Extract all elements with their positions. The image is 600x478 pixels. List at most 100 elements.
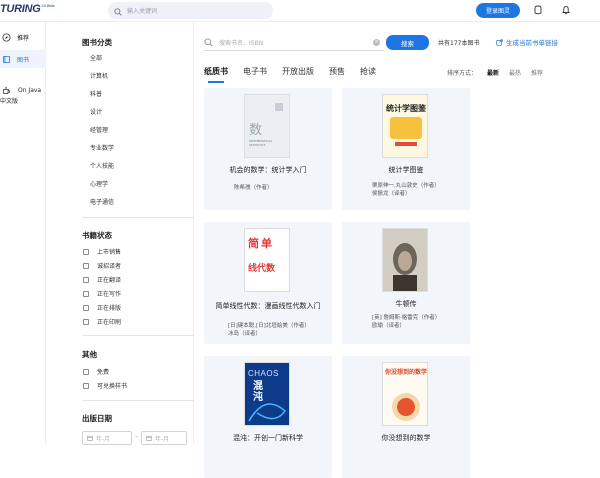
checkbox-box[interactable] xyxy=(83,318,89,325)
checkbox-box[interactable] xyxy=(83,248,89,255)
cart-icon[interactable] xyxy=(532,4,544,16)
category-item[interactable]: 心理学 xyxy=(90,179,108,188)
book-cover[interactable]: CHAOS 混沌 xyxy=(244,362,290,426)
calendar-icon xyxy=(87,435,93,441)
cover-title: 数 xyxy=(249,123,263,138)
book-title[interactable]: 你没想到的数学 xyxy=(342,434,470,443)
category-item[interactable]: 电子通信 xyxy=(90,197,114,206)
checkbox-box[interactable] xyxy=(83,276,89,283)
book-search-placeholder: 搜索书名、ISBN xyxy=(219,39,264,47)
book-card[interactable]: 数 MATHEMATICAL STATISTICS 机会的数学：统计学入门 陈希… xyxy=(204,88,332,210)
book-icon xyxy=(2,55,11,64)
book-title[interactable]: 牛顿传 xyxy=(342,300,470,309)
status-checkbox[interactable]: 上市销售 xyxy=(83,247,121,256)
checkbox-label: 正在排版 xyxy=(97,305,122,312)
category-item[interactable]: 计算机 xyxy=(90,71,108,80)
sort-recommended[interactable]: 推荐 xyxy=(531,68,543,77)
sort-hottest[interactable]: 最热 xyxy=(509,68,521,77)
status-checkbox[interactable]: 诚招译者 xyxy=(83,261,121,270)
cover-title: 你没想到的数学 xyxy=(385,369,428,376)
book-cover[interactable]: 简单 线代数 xyxy=(244,228,290,292)
book-translator: 欧瑜（译者） xyxy=(372,323,406,329)
sort-newest[interactable]: 最新 xyxy=(487,68,499,77)
book-title[interactable]: 混沌：开创一门新科学 xyxy=(204,434,332,443)
generate-list-label: 生成当前书单链接 xyxy=(506,39,558,47)
login-button[interactable]: 登录图灵 xyxy=(476,3,520,18)
book-card[interactable]: 统计学图鉴 统计学图鉴 栗原伸一,丸山敦史（作者） 侯振龙（译者） xyxy=(342,88,470,210)
book-cover[interactable]: 统计学图鉴 xyxy=(382,94,428,158)
checkbox-box[interactable] xyxy=(83,368,89,375)
status-checkbox[interactable]: 正在印刷 xyxy=(83,317,121,326)
divider xyxy=(82,217,194,218)
category-item[interactable]: 全部 xyxy=(90,53,102,62)
tab-paper-books[interactable]: 纸质书 xyxy=(204,66,228,83)
divider xyxy=(82,335,194,336)
category-item[interactable]: 设计 xyxy=(90,107,102,116)
category-item[interactable]: 经管理 xyxy=(90,125,108,134)
clear-icon[interactable]: × xyxy=(373,39,380,46)
book-cover[interactable] xyxy=(382,228,428,292)
checkbox-label: 诚招译者 xyxy=(97,263,122,270)
other-checkbox[interactable]: 可兑换样书 xyxy=(83,381,127,390)
promo-on-java[interactable]: On Java 中文版 xyxy=(0,86,46,105)
date-title: 出版日期 xyxy=(82,414,112,423)
result-count: 共有177本图书 xyxy=(438,40,480,47)
checkbox-label: 正在印刷 xyxy=(97,319,122,326)
book-card[interactable]: 牛顿传 [英] 詹姆斯·格雷克（作者） 欧瑜（译者） xyxy=(342,222,470,344)
book-title[interactable]: 简单线性代数：漫画线性代数入门 xyxy=(204,302,332,311)
book-card[interactable]: CHAOS 混沌 混沌：开创一门新科学 xyxy=(204,356,332,478)
date-to-placeholder: 年-月 xyxy=(155,435,170,443)
other-title: 其他 xyxy=(82,350,97,359)
cover-subtitle: MATHEMATICAL STATISTICS xyxy=(249,139,273,147)
top-bar: TURING2.0 Beta 输入关键词 登录图灵 xyxy=(0,0,600,22)
book-cover[interactable]: 数 MATHEMATICAL STATISTICS xyxy=(244,94,290,158)
turing-logo[interactable]: TURING2.0 Beta xyxy=(0,3,55,15)
sort-label: 排序方式： xyxy=(447,70,478,77)
nav-label-books: 图书 xyxy=(17,56,30,64)
newton-portrait xyxy=(383,229,427,291)
bell-icon[interactable] xyxy=(560,4,572,16)
book-author: 陈希孺（作者） xyxy=(234,185,273,191)
share-icon xyxy=(496,38,503,46)
date-from-placeholder: 年-月 xyxy=(96,435,111,443)
checkbox-box[interactable] xyxy=(83,290,89,297)
nav-item-books[interactable]: 图书 xyxy=(0,50,46,68)
category-item[interactable]: 专业数学 xyxy=(90,143,114,152)
checkbox-box[interactable] xyxy=(83,262,89,269)
category-item[interactable]: 个人技能 xyxy=(90,161,114,170)
book-title[interactable]: 统计学图鉴 xyxy=(342,166,470,175)
status-checkbox[interactable]: 正在翻译 xyxy=(83,275,121,284)
cover-title-line2: 线代数 xyxy=(248,264,276,274)
generate-list-link[interactable]: 生成当前书单链接 xyxy=(496,37,558,47)
tab-ebooks[interactable]: 电子书 xyxy=(243,66,267,77)
tab-open-publishing[interactable]: 开放出版 xyxy=(282,66,314,77)
filter-sidebar: 图书分类 全部 计算机 科普 设计 经管理 专业数学 个人技能 心理学 电子通信… xyxy=(46,22,194,445)
tab-early-read[interactable]: 抢读 xyxy=(360,66,376,77)
other-checkbox[interactable]: 免费 xyxy=(83,367,109,376)
calendar-icon xyxy=(146,435,152,441)
nav-item-recommend[interactable]: 推荐 xyxy=(0,28,46,46)
nav-label-recommend: 推荐 xyxy=(17,34,30,42)
logo-version: 2.0 Beta xyxy=(41,3,55,8)
book-title[interactable]: 机会的数学：统计学入门 xyxy=(204,166,332,175)
checkbox-box[interactable] xyxy=(83,382,89,389)
global-search-input[interactable]: 输入关键词 xyxy=(108,2,273,19)
book-search-input[interactable]: 搜索书名、ISBN × xyxy=(204,34,384,51)
status-checkbox[interactable]: 正在排版 xyxy=(83,303,121,312)
cover-title-en: CHAOS xyxy=(248,369,279,378)
book-type-tabs: 纸质书 电子书 开放出版 预售 抢读 xyxy=(204,66,391,83)
search-button[interactable]: 搜索 xyxy=(386,35,429,50)
tab-presale[interactable]: 预售 xyxy=(329,66,345,77)
search-icon xyxy=(114,1,122,20)
date-to-input[interactable]: 年-月 xyxy=(141,431,187,445)
book-card[interactable]: 简单 线代数 简单线性代数：漫画线性代数入门 [日]键本聪,[日]北垣絵美（作者… xyxy=(204,222,332,344)
checkbox-box[interactable] xyxy=(83,304,89,311)
category-item[interactable]: 科普 xyxy=(90,89,102,98)
book-card[interactable]: 你没想到的数学 你没想到的数学 xyxy=(342,356,470,478)
date-from-input[interactable]: 年-月 xyxy=(82,431,132,445)
date-separator: – xyxy=(135,433,138,440)
status-checkbox[interactable]: 正在写作 xyxy=(83,289,121,298)
promo-line1: On Java xyxy=(18,87,42,94)
book-cover[interactable]: 你没想到的数学 xyxy=(382,362,428,426)
left-nav: 推荐 图书 On Java 中文版 xyxy=(0,22,46,444)
